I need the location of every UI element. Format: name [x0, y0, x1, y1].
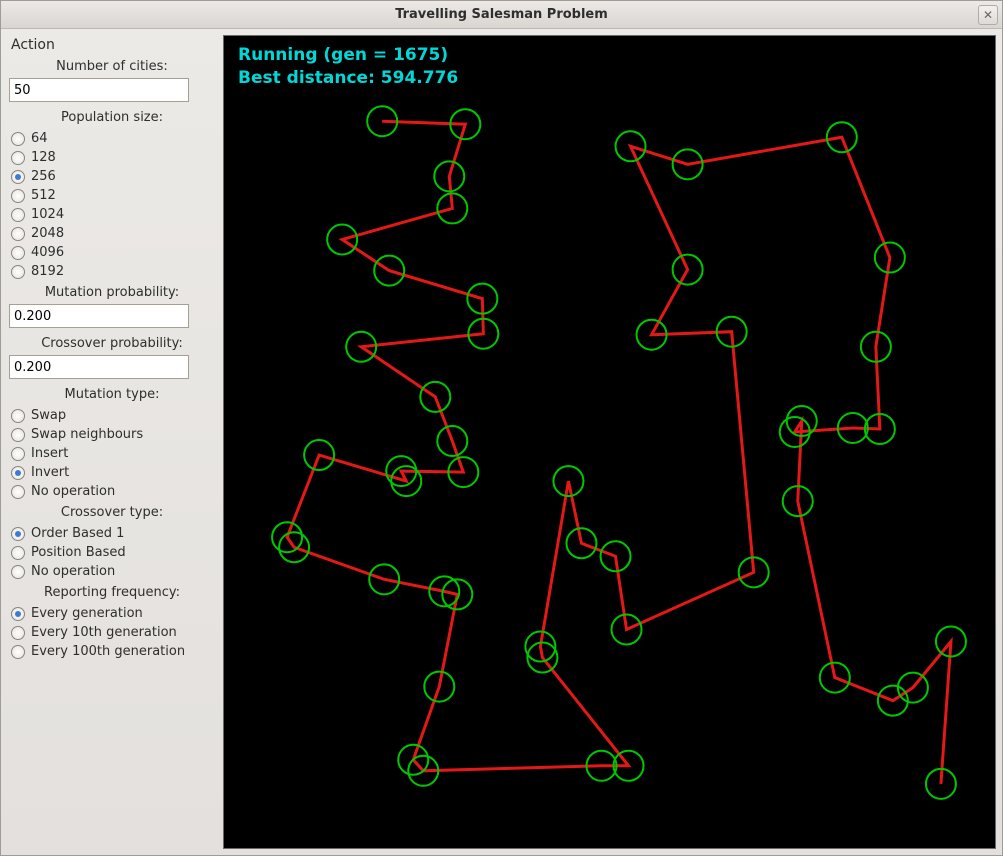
- cross-type-label: No operation: [31, 564, 115, 579]
- radio-icon: [11, 208, 25, 222]
- mut-type-label: Swap neighbours: [31, 427, 143, 442]
- mut-prob-input[interactable]: [9, 304, 189, 328]
- radio-icon: [11, 485, 25, 499]
- mut-type-label: Swap: [31, 408, 66, 423]
- menu-action[interactable]: Action: [7, 35, 217, 55]
- mut-type-option[interactable]: Insert: [7, 444, 217, 463]
- route-svg: [224, 36, 995, 848]
- pop-size-option[interactable]: 128: [7, 148, 217, 167]
- radio-icon: [11, 132, 25, 146]
- pop-size-option[interactable]: 8192: [7, 262, 217, 281]
- mut-type-label: Invert: [31, 465, 69, 480]
- radio-icon: [11, 189, 25, 203]
- radio-icon: [11, 565, 25, 579]
- pop-size-option[interactable]: 4096: [7, 243, 217, 262]
- pop-size-option[interactable]: 64: [7, 129, 217, 148]
- radio-icon: [11, 626, 25, 640]
- cross-type-option[interactable]: Position Based: [7, 543, 217, 562]
- radio-icon: [11, 645, 25, 659]
- mut-type-option[interactable]: Invert: [7, 463, 217, 482]
- pop-size-label: 128: [31, 150, 56, 165]
- num-cities-label: Number of cities:: [7, 57, 217, 76]
- cross-type-option[interactable]: Order Based 1: [7, 524, 217, 543]
- window-title: Travelling Salesman Problem: [395, 7, 608, 22]
- report-option[interactable]: Every generation: [7, 604, 217, 623]
- radio-icon: [11, 527, 25, 541]
- pop-size-label: 8192: [31, 264, 64, 279]
- cross-type-label: Position Based: [31, 545, 126, 560]
- close-icon: ✕: [983, 8, 993, 22]
- pop-size-label: 512: [31, 188, 56, 203]
- status-line-2: Best distance: 594.776: [238, 67, 458, 90]
- mut-type-option[interactable]: Swap neighbours: [7, 425, 217, 444]
- canvas: Running (gen = 1675) Best distance: 594.…: [223, 35, 996, 849]
- mut-type-label: No operation: [31, 484, 115, 499]
- report-option[interactable]: Every 100th generation: [7, 642, 217, 661]
- pop-size-option[interactable]: 1024: [7, 205, 217, 224]
- status-line-1: Running (gen = 1675): [238, 44, 458, 67]
- pop-size-label: 4096: [31, 245, 64, 260]
- radio-icon: [11, 466, 25, 480]
- radio-icon: [11, 246, 25, 260]
- mut-type-option[interactable]: No operation: [7, 482, 217, 501]
- cross-type-label: Crossover type:: [7, 503, 217, 522]
- mut-type-label: Mutation type:: [7, 385, 217, 404]
- radio-icon: [11, 170, 25, 184]
- radio-icon: [11, 607, 25, 621]
- report-label: Every 10th generation: [31, 625, 177, 640]
- canvas-status: Running (gen = 1675) Best distance: 594.…: [238, 44, 458, 90]
- pop-size-option[interactable]: 512: [7, 186, 217, 205]
- sidebar: Action Number of cities: Population size…: [7, 35, 217, 849]
- close-button[interactable]: ✕: [978, 5, 998, 25]
- mut-type-option[interactable]: Swap: [7, 406, 217, 425]
- cross-type-label: Order Based 1: [31, 526, 124, 541]
- radio-icon: [11, 227, 25, 241]
- radio-icon: [11, 447, 25, 461]
- pop-size-label: 1024: [31, 207, 64, 222]
- mut-prob-label: Mutation probability:: [7, 283, 217, 302]
- report-label: Every 100th generation: [31, 644, 185, 659]
- radio-icon: [11, 546, 25, 560]
- cross-type-option[interactable]: No operation: [7, 562, 217, 581]
- radio-icon: [11, 151, 25, 165]
- pop-size-label: Population size:: [7, 108, 217, 127]
- titlebar: Travelling Salesman Problem ✕: [1, 1, 1002, 29]
- tour-path: [287, 121, 951, 784]
- mut-type-label: Insert: [31, 446, 68, 461]
- num-cities-input[interactable]: [9, 78, 189, 102]
- pop-size-option[interactable]: 2048: [7, 224, 217, 243]
- cross-prob-label: Crossover probability:: [7, 334, 217, 353]
- pop-size-label: 256: [31, 169, 56, 184]
- pop-size-label: 64: [31, 131, 48, 146]
- app-window: Travelling Salesman Problem ✕ Action Num…: [0, 0, 1003, 856]
- pop-size-label: 2048: [31, 226, 64, 241]
- report-label: Reporting frequency:: [7, 583, 217, 602]
- body: Action Number of cities: Population size…: [1, 29, 1002, 855]
- cross-prob-input[interactable]: [9, 355, 189, 379]
- report-label: Every generation: [31, 606, 143, 621]
- radio-icon: [11, 428, 25, 442]
- radio-icon: [11, 409, 25, 423]
- radio-icon: [11, 265, 25, 279]
- report-option[interactable]: Every 10th generation: [7, 623, 217, 642]
- pop-size-option[interactable]: 256: [7, 167, 217, 186]
